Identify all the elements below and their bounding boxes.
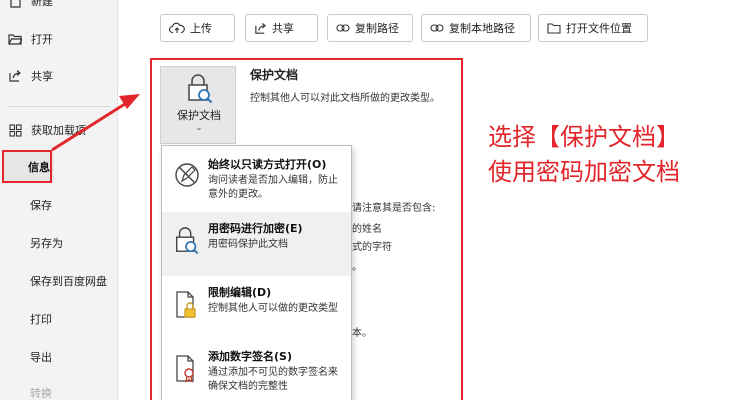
instruction-callout: 选择【保护文档】 使用密码加密文档 — [488, 120, 680, 190]
callout-line-2: 使用密码加密文档 — [488, 158, 680, 186]
callout-line-1: 选择【保护文档】 — [488, 123, 680, 151]
red-arrow-annotation — [51, 94, 140, 152]
